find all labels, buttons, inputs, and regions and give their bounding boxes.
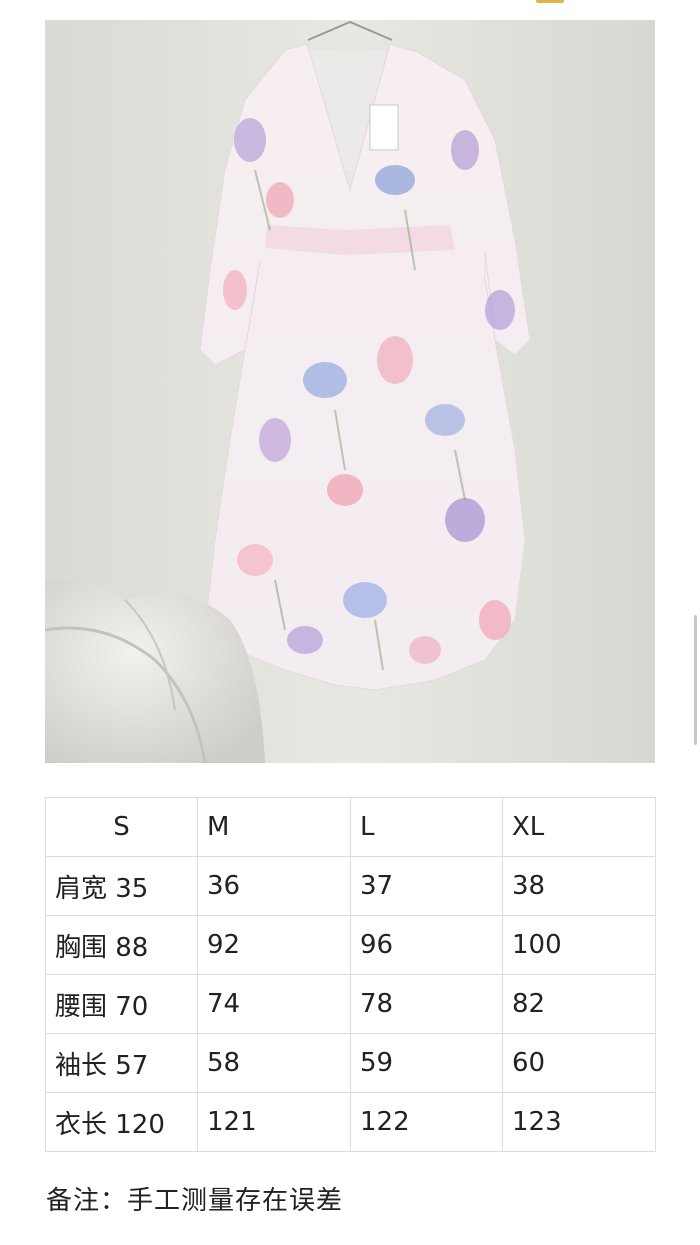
table-cell: 74 [197, 974, 351, 1034]
product-photo[interactable] [45, 20, 655, 763]
header-cell-l: L [350, 797, 503, 857]
top-badge [536, 0, 564, 3]
table-cell: 122 [350, 1092, 503, 1152]
table-cell: 袖长 57 [45, 1033, 198, 1093]
table-cell: 82 [502, 974, 656, 1034]
table-row: 胸围 88 92 96 100 [45, 915, 656, 975]
table-cell: 78 [350, 974, 503, 1034]
header-cell-s: S [45, 797, 198, 857]
header-cell-xl: XL [502, 797, 656, 857]
table-row: 腰围 70 74 78 82 [45, 974, 656, 1034]
table-cell: 肩宽 35 [45, 856, 198, 916]
table-cell: 腰围 70 [45, 974, 198, 1034]
scrollbar[interactable] [694, 615, 697, 745]
table-row: 袖长 57 58 59 60 [45, 1033, 656, 1093]
table-cell: 36 [197, 856, 351, 916]
size-table: S M L XL 肩宽 35 36 37 38 胸围 88 92 96 100 … [45, 797, 656, 1152]
table-cell: 92 [197, 915, 351, 975]
top-strip [0, 0, 700, 20]
floral-dress-photo-icon [45, 20, 655, 763]
table-cell: 96 [350, 915, 503, 975]
table-cell: 胸围 88 [45, 915, 198, 975]
measurement-note: 备注：手工测量存在误差 [46, 1186, 344, 1216]
table-cell: 59 [350, 1033, 503, 1093]
table-cell: 37 [350, 856, 503, 916]
table-cell: 58 [197, 1033, 351, 1093]
table-cell: 38 [502, 856, 656, 916]
table-cell: 衣长 120 [45, 1092, 198, 1152]
header-cell-m: M [197, 797, 351, 857]
table-row: 肩宽 35 36 37 38 [45, 856, 656, 916]
table-cell: 121 [197, 1092, 351, 1152]
table-cell: 100 [502, 915, 656, 975]
table-row: 衣长 120 121 122 123 [45, 1092, 656, 1152]
table-cell: 123 [502, 1092, 656, 1152]
table-header-row: S M L XL [45, 797, 656, 857]
table-cell: 60 [502, 1033, 656, 1093]
